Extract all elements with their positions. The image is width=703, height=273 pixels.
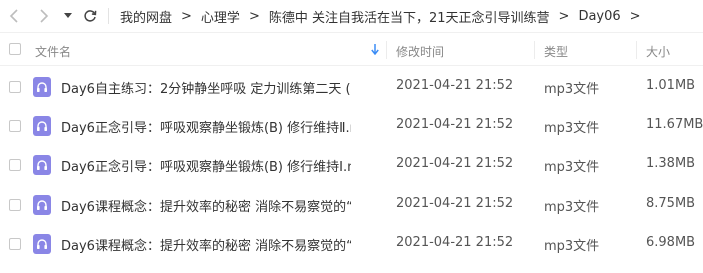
file-row[interactable]: Day6课程概念：提升效率的秘密 消除不易察觉的“心不... 2021-04-2… xyxy=(0,186,703,224)
file-name[interactable]: Day6正念引导：呼吸观察静坐锻炼(B) 修行维持Ⅰ.mp3 xyxy=(61,156,351,175)
audio-file-icon xyxy=(33,195,51,215)
file-row[interactable]: Day6自主练习：2分钟静坐呼吸 定力训练第二天 (跟随引... 2021-04… xyxy=(0,68,703,106)
column-header-size[interactable]: 大小 xyxy=(646,43,670,60)
breadcrumb-separator: > xyxy=(629,8,641,24)
file-size: 11.67MB xyxy=(646,117,703,132)
column-header-type[interactable]: 类型 xyxy=(544,43,568,60)
file-row[interactable]: Day6课程概念：提升效率的秘密 消除不易察觉的“心不... 2021-04-2… xyxy=(0,225,703,263)
breadcrumb-item[interactable]: 心理学 xyxy=(201,7,240,26)
row-checkbox[interactable] xyxy=(9,159,21,171)
refresh-icon xyxy=(84,10,97,22)
row-checkbox[interactable] xyxy=(9,120,21,132)
file-type: mp3文件 xyxy=(544,121,600,136)
row-checkbox[interactable] xyxy=(9,81,21,93)
file-size: 1.01MB xyxy=(646,78,696,93)
toolbar: 我的网盘 > 心理学 > 陈德中 关注自我活在当下，21天正念引导训练营 > Day06 > xyxy=(0,0,703,32)
audio-file-icon xyxy=(33,155,51,175)
column-divider[interactable] xyxy=(534,41,535,59)
breadcrumb-item[interactable]: 陈德中 关注自我活在当下，21天正念引导训练营 xyxy=(269,7,550,26)
column-divider[interactable] xyxy=(386,41,387,59)
file-list-header: 文件名 修改时间 类型 大小 xyxy=(0,32,703,66)
caret-down-icon xyxy=(64,13,72,18)
back-button[interactable] xyxy=(4,6,24,26)
file-modified-time: 2021-04-21 21:52 xyxy=(396,117,514,132)
file-modified-time: 2021-04-21 21:52 xyxy=(396,78,514,93)
audio-file-icon xyxy=(33,234,51,254)
file-type: mp3文件 xyxy=(544,160,600,175)
column-header-modified[interactable]: 修改时间 xyxy=(396,43,444,60)
row-checkbox[interactable] xyxy=(9,238,21,250)
column-divider[interactable] xyxy=(636,41,637,59)
forward-button[interactable] xyxy=(34,6,54,26)
file-modified-time: 2021-04-21 21:52 xyxy=(396,196,514,211)
chevron-right-icon xyxy=(40,9,49,23)
file-modified-time: 2021-04-21 21:52 xyxy=(396,156,514,171)
file-size: 8.75MB xyxy=(646,196,696,211)
breadcrumb-separator: > xyxy=(248,8,260,24)
breadcrumb-separator: > xyxy=(181,8,192,24)
file-name[interactable]: Day6课程概念：提升效率的秘密 消除不易察觉的“心不... xyxy=(61,196,351,215)
file-name[interactable]: Day6课程概念：提升效率的秘密 消除不易察觉的“心不... xyxy=(61,235,351,254)
column-header-name[interactable]: 文件名 xyxy=(35,43,71,60)
row-checkbox[interactable] xyxy=(9,199,21,211)
breadcrumb: 我的网盘 > 心理学 > 陈德中 关注自我活在当下，21天正念引导训练营 > Day06 > xyxy=(120,6,650,26)
sort-down-arrow-icon[interactable] xyxy=(371,44,379,55)
breadcrumb-item[interactable]: Day06 xyxy=(578,9,620,24)
chevron-left-icon xyxy=(9,9,18,23)
audio-file-icon xyxy=(33,77,51,97)
file-row[interactable]: Day6正念引导：呼吸观察静坐锻炼(B) 修行维持Ⅰ.mp3 2021-04-2… xyxy=(0,146,703,184)
file-size: 6.98MB xyxy=(646,235,696,250)
file-name[interactable]: Day6自主练习：2分钟静坐呼吸 定力训练第二天 (跟随引... xyxy=(61,78,351,97)
history-dropdown-button[interactable] xyxy=(60,6,76,26)
refresh-button[interactable] xyxy=(80,6,100,26)
file-row[interactable]: Day6正念引导：呼吸观察静坐锻炼(B) 修行维持Ⅱ.mp3 2021-04-2… xyxy=(0,107,703,145)
file-name[interactable]: Day6正念引导：呼吸观察静坐锻炼(B) 修行维持Ⅱ.mp3 xyxy=(61,117,351,136)
breadcrumb-item[interactable]: 我的网盘 xyxy=(120,7,172,26)
select-all-checkbox[interactable] xyxy=(9,43,21,55)
breadcrumb-separator: > xyxy=(558,8,570,24)
file-modified-time: 2021-04-21 21:52 xyxy=(396,235,514,250)
file-type: mp3文件 xyxy=(544,82,600,97)
scrollbar[interactable] xyxy=(697,66,701,271)
audio-file-icon xyxy=(33,116,51,136)
file-type: mp3文件 xyxy=(544,200,600,215)
file-type: mp3文件 xyxy=(544,239,600,254)
file-size: 1.38MB xyxy=(646,156,696,171)
toolbar-divider xyxy=(108,8,109,24)
